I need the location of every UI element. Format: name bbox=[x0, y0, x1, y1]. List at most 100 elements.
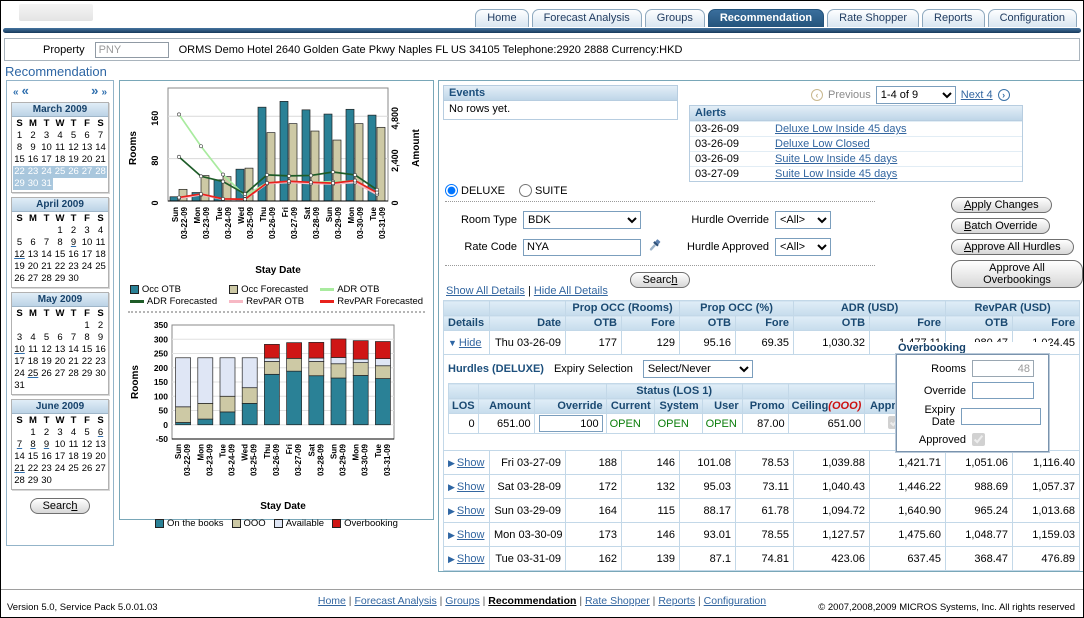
tab-configuration[interactable]: Configuration bbox=[988, 9, 1077, 27]
alert-link[interactable]: Deluxe Low Closed bbox=[775, 138, 870, 150]
calendar-day[interactable]: 30 bbox=[67, 273, 81, 285]
calendar-day[interactable]: 20 bbox=[80, 154, 94, 166]
calendar-day[interactable]: 31 bbox=[13, 380, 27, 392]
room-type-select[interactable]: BDK bbox=[523, 211, 641, 229]
footer-link-recommendation[interactable]: Recommendation bbox=[488, 595, 576, 607]
calendar-day[interactable]: 30 bbox=[94, 368, 108, 380]
alert-link[interactable]: Deluxe Low Inside 45 days bbox=[775, 123, 906, 135]
calendar-day[interactable]: 1 bbox=[53, 225, 67, 237]
show-details-link[interactable]: Show bbox=[457, 457, 485, 469]
calendar-day[interactable]: 30 bbox=[26, 178, 40, 190]
calendar-day[interactable]: 19 bbox=[80, 451, 94, 463]
calendar-day[interactable]: 9 bbox=[67, 237, 81, 249]
calendar-day[interactable]: 26 bbox=[40, 368, 54, 380]
calendar-day[interactable]: 20 bbox=[53, 356, 67, 368]
show-all-details-link[interactable]: Show All Details bbox=[446, 285, 525, 297]
calendar-day[interactable]: 7 bbox=[94, 130, 108, 142]
calendar-day[interactable]: 9 bbox=[40, 439, 54, 451]
calendar-day[interactable]: 28 bbox=[40, 273, 54, 285]
calendar-day[interactable]: 11 bbox=[26, 344, 40, 356]
tab-forecast-analysis[interactable]: Forecast Analysis bbox=[532, 9, 642, 27]
calendar-day[interactable]: 18 bbox=[53, 154, 67, 166]
approve-all-hurdles-button[interactable]: Approve All Hurdles bbox=[951, 239, 1074, 255]
calendar-day[interactable]: 2 bbox=[26, 130, 40, 142]
calendar-day[interactable]: 1 bbox=[13, 130, 27, 142]
filter-search-button[interactable]: Search bbox=[630, 272, 691, 288]
calendar-day[interactable]: 11 bbox=[67, 439, 81, 451]
calendar-day[interactable]: 1 bbox=[80, 320, 94, 332]
calendar-day[interactable]: 13 bbox=[26, 249, 40, 261]
calendar-day[interactable]: 2 bbox=[67, 225, 81, 237]
calendar-day[interactable]: 14 bbox=[13, 451, 27, 463]
calendar-day[interactable]: 31 bbox=[40, 178, 54, 190]
calendar-day[interactable]: 15 bbox=[80, 344, 94, 356]
radio-deluxe[interactable]: DELUXE bbox=[445, 184, 505, 197]
calendar-day[interactable]: 17 bbox=[53, 451, 67, 463]
calendar-day[interactable]: 20 bbox=[26, 261, 40, 273]
calendar-day[interactable]: 24 bbox=[80, 261, 94, 273]
calendar-day[interactable]: 14 bbox=[94, 142, 108, 154]
calendar-day[interactable]: 10 bbox=[40, 142, 54, 154]
calendar-day[interactable]: 16 bbox=[94, 344, 108, 356]
batch-override-button[interactable]: Batch Override bbox=[951, 218, 1050, 234]
calendar-day[interactable]: 9 bbox=[26, 142, 40, 154]
footer-link-rate-shopper[interactable]: Rate Shopper bbox=[585, 595, 650, 607]
calendar-day[interactable]: 29 bbox=[80, 368, 94, 380]
calendar-day[interactable]: 16 bbox=[26, 154, 40, 166]
calendar-day[interactable]: 10 bbox=[80, 237, 94, 249]
calendar-day[interactable]: 19 bbox=[40, 356, 54, 368]
next-month-icon[interactable]: » bbox=[91, 83, 98, 98]
calendar-day[interactable]: 27 bbox=[94, 463, 108, 475]
calendar-day[interactable]: 4 bbox=[26, 332, 40, 344]
calendar-day[interactable]: 12 bbox=[80, 439, 94, 451]
calendar-day[interactable]: 10 bbox=[53, 439, 67, 451]
calendar-day[interactable]: 24 bbox=[53, 463, 67, 475]
calendar-day[interactable]: 12 bbox=[40, 344, 54, 356]
calendar-day[interactable]: 15 bbox=[53, 249, 67, 261]
calendar-day[interactable]: 21 bbox=[94, 154, 108, 166]
calendar-day[interactable]: 23 bbox=[94, 356, 108, 368]
calendar-day[interactable]: 16 bbox=[40, 451, 54, 463]
approve-all-overbookings-button[interactable]: Approve All Overbookings bbox=[951, 260, 1083, 288]
deluxe-radio-input[interactable] bbox=[445, 184, 458, 197]
calendar-day[interactable]: 26 bbox=[80, 463, 94, 475]
calendar-day[interactable]: 28 bbox=[94, 166, 108, 178]
calendar-day[interactable]: 17 bbox=[80, 249, 94, 261]
calendar-day[interactable]: 9 bbox=[94, 332, 108, 344]
calendar-day[interactable]: 26 bbox=[67, 166, 81, 178]
calendar-day[interactable]: 25 bbox=[94, 261, 108, 273]
rate-code-input[interactable] bbox=[523, 239, 641, 256]
calendar-day[interactable]: 7 bbox=[67, 332, 81, 344]
calendar-day[interactable]: 21 bbox=[67, 356, 81, 368]
calendar-day[interactable]: 1 bbox=[26, 427, 40, 439]
next-page-link[interactable]: Next 4 bbox=[961, 89, 993, 101]
calendar-day[interactable]: 18 bbox=[94, 249, 108, 261]
calendar-day[interactable]: 7 bbox=[40, 237, 54, 249]
calendar-day[interactable]: 22 bbox=[26, 463, 40, 475]
calendar-day[interactable]: 27 bbox=[26, 273, 40, 285]
calendar-day[interactable]: 24 bbox=[40, 166, 54, 178]
alert-link[interactable]: Suite Low Inside 45 days bbox=[775, 153, 897, 165]
calendar-day[interactable]: 26 bbox=[13, 273, 27, 285]
expiry-selection-select[interactable]: Select/Never bbox=[643, 360, 753, 378]
apply-changes-button[interactable]: Apply Changes bbox=[951, 197, 1052, 213]
overbooking-expiry-input[interactable] bbox=[961, 408, 1041, 425]
calendar-day[interactable]: 22 bbox=[80, 356, 94, 368]
calendar-day[interactable]: 17 bbox=[40, 154, 54, 166]
calendar-day[interactable]: 23 bbox=[26, 166, 40, 178]
calendar-day[interactable]: 13 bbox=[94, 439, 108, 451]
calendar-day[interactable]: 21 bbox=[13, 463, 27, 475]
calendar-day[interactable]: 22 bbox=[53, 261, 67, 273]
suite-radio-input[interactable] bbox=[519, 184, 532, 197]
calendar-day[interactable]: 8 bbox=[53, 237, 67, 249]
calendar-day[interactable]: 19 bbox=[67, 154, 81, 166]
calendar-day[interactable]: 23 bbox=[67, 261, 81, 273]
calendar-day[interactable]: 13 bbox=[53, 344, 67, 356]
calendar-day[interactable]: 3 bbox=[80, 225, 94, 237]
calendar-day[interactable]: 12 bbox=[13, 249, 27, 261]
calendar-day[interactable]: 18 bbox=[67, 451, 81, 463]
calendar-day[interactable]: 3 bbox=[40, 130, 54, 142]
calendar-day[interactable]: 5 bbox=[40, 332, 54, 344]
calendar-day[interactable]: 6 bbox=[80, 130, 94, 142]
calendar-day[interactable]: 24 bbox=[13, 368, 27, 380]
